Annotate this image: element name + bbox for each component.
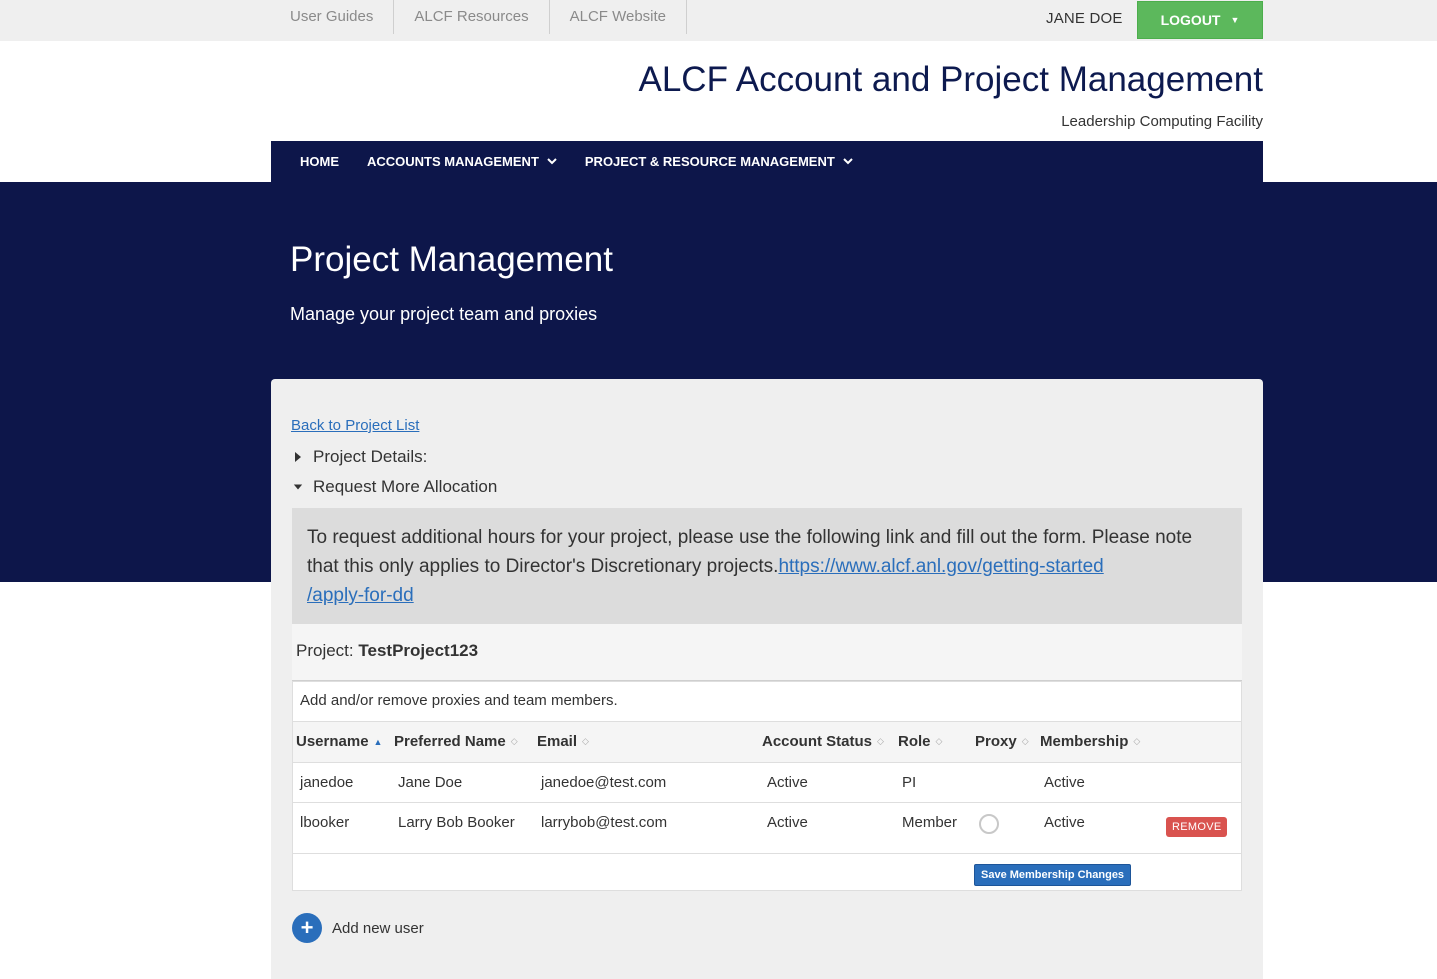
top-utility-bar: User Guides ALCF Resources ALCF Website …	[0, 0, 1437, 41]
col-role-header[interactable]: Role ◇	[898, 733, 942, 750]
project-details-toggle[interactable]: Project Details:	[293, 447, 427, 467]
cell-membership: Active	[1044, 814, 1085, 831]
chevron-down-icon	[843, 158, 853, 165]
cell-preferred-name: Larry Bob Booker	[398, 814, 515, 831]
sort-icon: ◇	[877, 736, 884, 746]
site-subtitle: Leadership Computing Facility	[1061, 113, 1263, 130]
alcf-website-link[interactable]: ALCF Website	[550, 0, 688, 34]
col-membership-header[interactable]: Membership ◇	[1040, 733, 1140, 750]
save-membership-changes-button[interactable]: Save Membership Changes	[974, 864, 1132, 886]
cell-role: PI	[902, 774, 917, 791]
col-membership-label: Membership	[1040, 733, 1129, 750]
project-name: TestProject123	[358, 641, 479, 660]
logout-button[interactable]: LOGOUT ▼	[1137, 1, 1263, 39]
proxy-radio[interactable]	[979, 814, 999, 834]
site-title: ALCF Account and Project Management	[638, 60, 1263, 99]
cell-account-status: Active	[767, 814, 808, 831]
logout-label: LOGOUT	[1160, 12, 1221, 28]
nav-home[interactable]: HOME	[286, 141, 353, 182]
project-label: Project:	[296, 641, 354, 660]
col-role-label: Role	[898, 733, 931, 750]
col-proxy-label: Proxy	[975, 733, 1017, 750]
current-username: JANE DOE	[1046, 10, 1123, 27]
team-members-table: Add and/or remove proxies and team membe…	[292, 681, 1242, 891]
project-name-header: Project: TestProject123	[292, 624, 1242, 681]
nav-project-resource-management[interactable]: PROJECT & RESOURCE MANAGEMENT	[571, 141, 867, 182]
apply-link-line1: https://www.alcf.anl.gov/getting-started	[778, 556, 1104, 577]
nav-accounts-label: ACCOUNTS MANAGEMENT	[367, 153, 539, 169]
add-new-user-label: Add new user	[332, 919, 424, 937]
request-allocation-label: Request More Allocation	[313, 477, 498, 496]
cell-role: Member	[902, 814, 958, 831]
chevron-down-icon	[547, 158, 557, 165]
sort-icon: ◇	[935, 736, 943, 746]
col-account-status-header[interactable]: Account Status ◇	[762, 733, 884, 750]
col-proxy-header[interactable]: Proxy ◇	[975, 733, 1029, 750]
team-intro-text: Add and/or remove proxies and team membe…	[293, 682, 1241, 722]
project-details-label: Project Details:	[313, 447, 428, 466]
alcf-resources-link[interactable]: ALCF Resources	[394, 0, 550, 34]
cell-email: larrybob@test.com	[541, 814, 668, 831]
col-email-label: Email	[537, 733, 578, 750]
col-preferred-label: Preferred Name	[394, 733, 506, 750]
cell-email: janedoe@test.com	[541, 774, 667, 791]
col-username-label: Username	[296, 733, 369, 750]
col-email-header[interactable]: Email ◇	[537, 733, 589, 750]
plus-circle-icon: +	[292, 913, 322, 943]
table-row: janedoe Jane Doe janedoe@test.com Active…	[293, 763, 1241, 803]
caret-right-icon	[295, 452, 301, 462]
apply-link-line2: /apply-for-dd	[307, 585, 414, 606]
caret-down-icon: ▼	[1230, 15, 1240, 25]
cell-preferred-name: Jane Doe	[398, 774, 463, 791]
table-header: Username ▲ Preferred Name ◇ Email ◇ Acco…	[293, 722, 1241, 763]
cell-account-status: Active	[767, 774, 808, 791]
nav-accounts-management[interactable]: ACCOUNTS MANAGEMENT	[353, 141, 571, 182]
back-to-project-list-link[interactable]: Back to Project List	[291, 417, 419, 434]
caret-down-icon	[293, 484, 303, 490]
remove-member-button[interactable]: REMOVE	[1166, 817, 1228, 837]
col-status-label: Account Status	[762, 733, 873, 750]
nav-projects-label: PROJECT & RESOURCE MANAGEMENT	[584, 153, 835, 169]
sort-icon: ◇	[1133, 736, 1141, 746]
sort-icon: ◇	[582, 736, 589, 746]
add-new-user-button[interactable]: + Add new user	[292, 913, 424, 943]
content-panel: Back to Project List Project Details: Re…	[271, 379, 1263, 979]
cell-username: lbooker	[300, 814, 350, 831]
request-allocation-toggle[interactable]: Request More Allocation	[293, 477, 497, 497]
cell-membership: Active	[1044, 774, 1085, 791]
allocation-info-box: To request additional hours for your pro…	[292, 508, 1242, 624]
col-preferred-name-header[interactable]: Preferred Name ◇	[394, 733, 518, 750]
nav-home-label: HOME	[300, 153, 339, 169]
col-username-header[interactable]: Username ▲	[296, 733, 382, 750]
user-guides-link[interactable]: User Guides	[270, 0, 395, 34]
sort-icon: ◇	[1021, 736, 1029, 746]
page-title: Project Management	[290, 240, 613, 279]
sort-icon: ◇	[510, 736, 518, 746]
table-row: lbooker Larry Bob Booker larrybob@test.c…	[293, 803, 1241, 854]
main-nav: HOME ACCOUNTS MANAGEMENT PROJECT & RESOU…	[271, 141, 1263, 182]
cell-username: janedoe	[300, 774, 354, 791]
page-subtitle: Manage your project team and proxies	[290, 304, 598, 324]
top-links: User Guides ALCF Resources ALCF Website	[270, 0, 688, 34]
sort-ascending-icon: ▲	[373, 736, 383, 747]
